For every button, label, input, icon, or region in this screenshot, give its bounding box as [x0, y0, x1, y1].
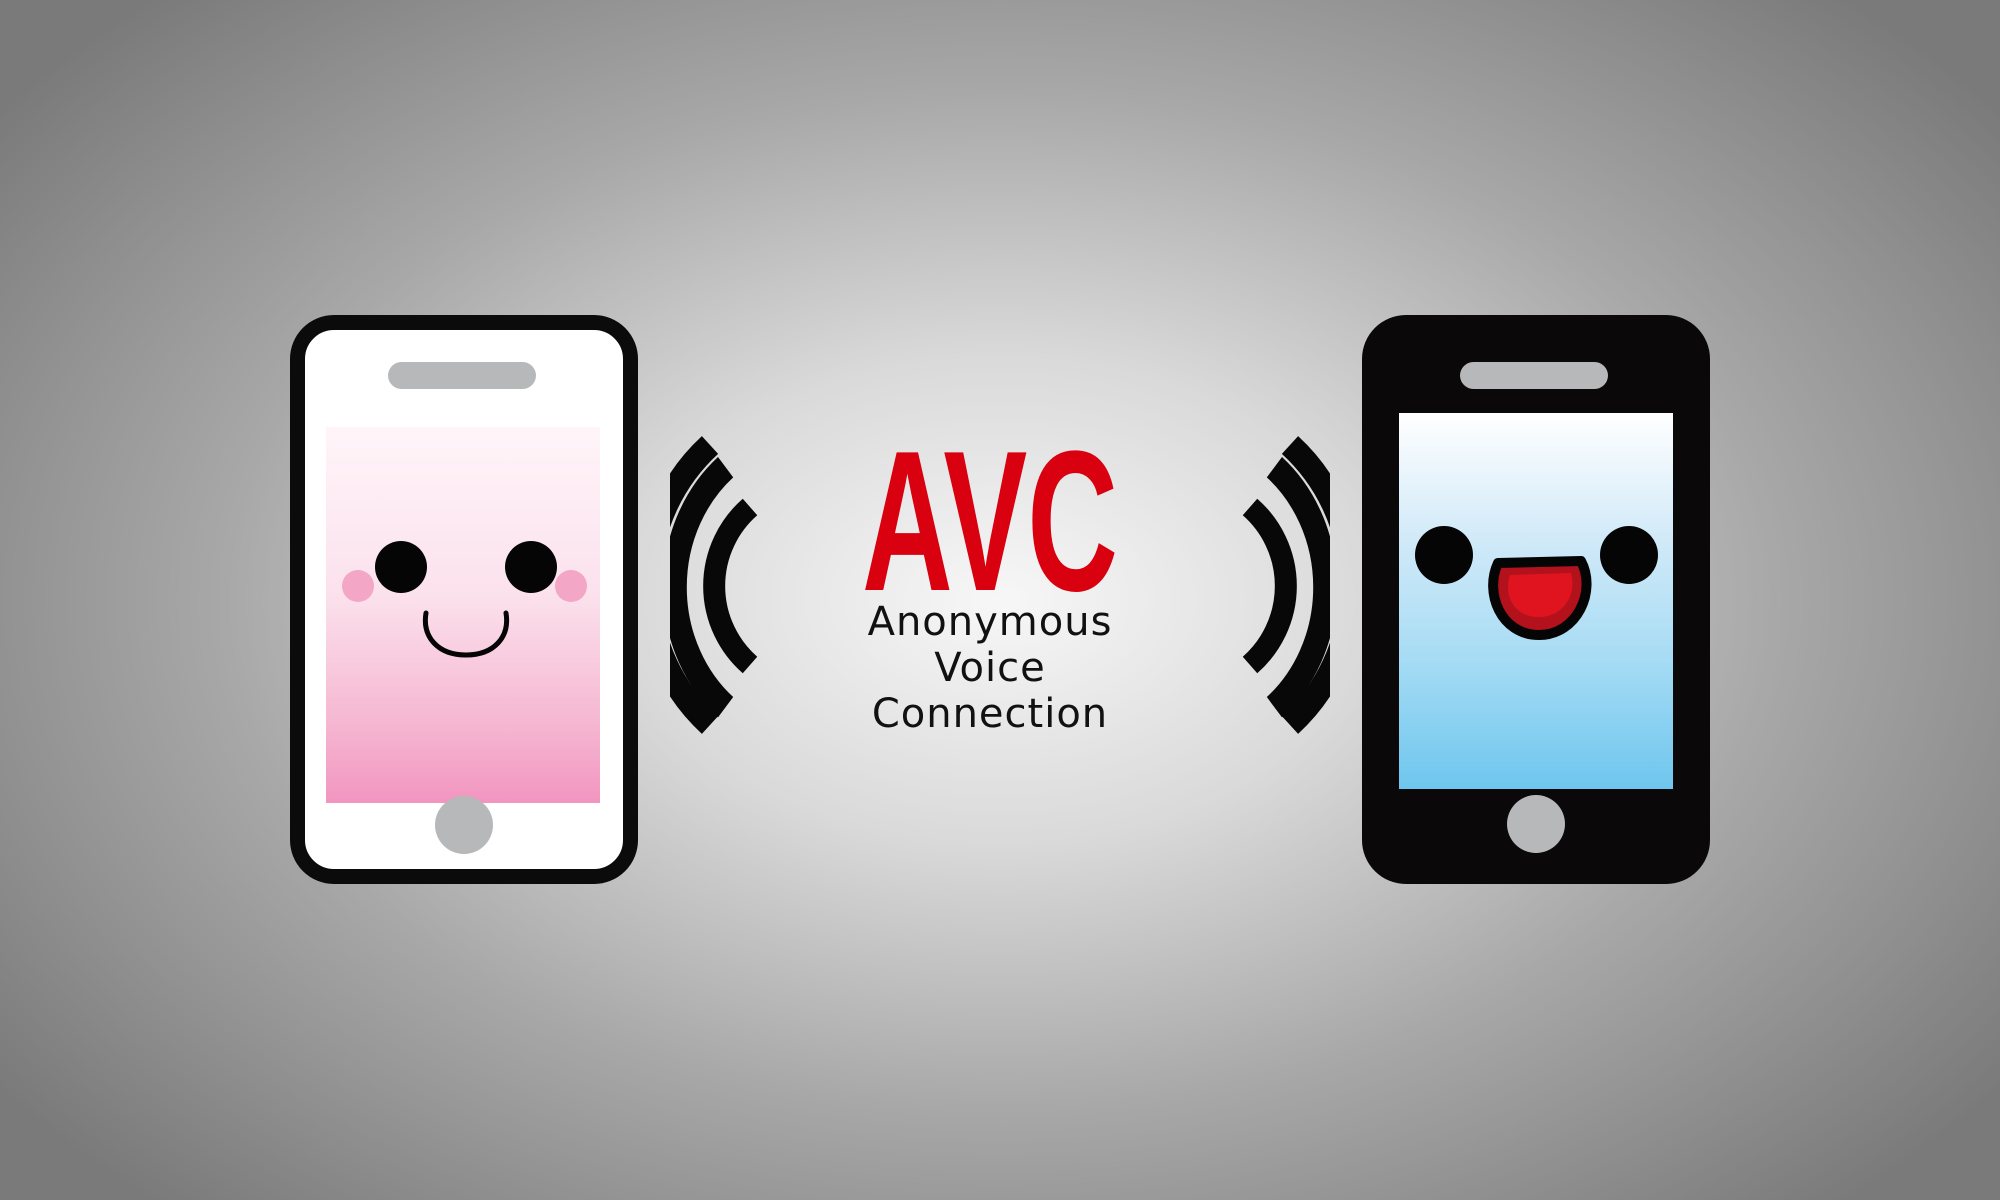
logo-line-connection: Connection	[871, 691, 1109, 737]
left-phone-speaker	[388, 362, 536, 389]
wave-small	[703, 498, 758, 674]
logo-line-voice: Voice	[934, 645, 1046, 691]
sound-waves-icon	[670, 436, 758, 734]
laughing-face-icon	[1415, 526, 1658, 640]
right-cheek	[555, 570, 587, 602]
wave-small	[1242, 498, 1297, 674]
left-eye	[375, 541, 427, 593]
right-phone-speaker	[1460, 362, 1608, 389]
logo-acronym: AVC	[862, 430, 1118, 600]
left-phone-screen	[326, 427, 600, 803]
left-phone	[290, 315, 638, 884]
right-phone-screen	[1399, 413, 1673, 789]
left-phone-home-button	[435, 796, 493, 854]
left-eye	[1415, 526, 1473, 584]
logo-line-anonymous: Anonymous	[867, 599, 1113, 645]
smile-mouth	[422, 610, 510, 658]
smiling-face-icon	[342, 541, 587, 658]
left-cheek	[342, 570, 374, 602]
right-phone	[1362, 315, 1710, 884]
avc-wordmark: AVC	[862, 430, 1118, 600]
right-phone-home-button	[1507, 795, 1565, 853]
right-eye	[505, 541, 557, 593]
sound-waves-icon	[1242, 436, 1330, 734]
avc-logo: AVC Anonymous Voice Connection	[840, 430, 1140, 750]
right-eye	[1600, 526, 1658, 584]
page: { "logo": { "acronym": "AVC", "line1": "…	[0, 0, 2000, 1200]
